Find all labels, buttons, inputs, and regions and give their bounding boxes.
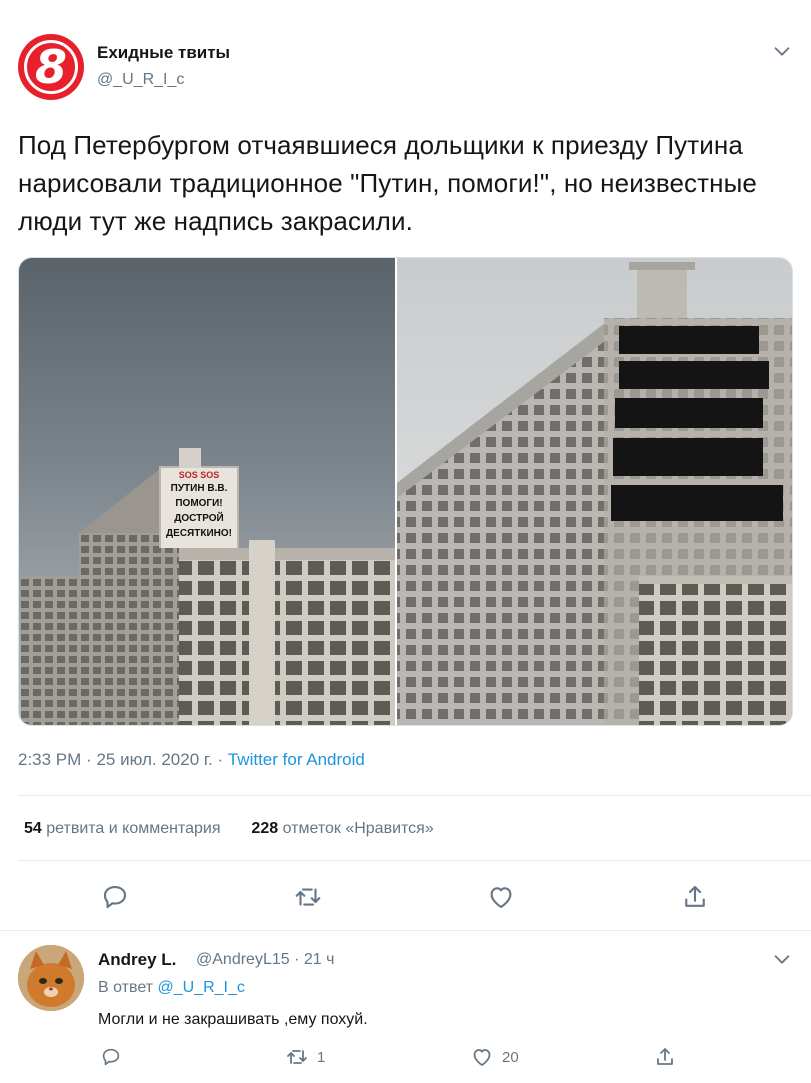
reply-display-name[interactable]: Andrey L. bbox=[98, 950, 176, 970]
reply-reply-action[interactable] bbox=[100, 1042, 122, 1072]
chevron-down-icon[interactable] bbox=[771, 948, 793, 970]
chevron-down-icon[interactable] bbox=[771, 40, 793, 62]
meta-separator: · bbox=[86, 750, 92, 769]
share-icon[interactable] bbox=[680, 882, 710, 912]
tweet-actions bbox=[0, 878, 811, 918]
reply-icon[interactable] bbox=[100, 882, 130, 912]
retweet-label: ретвита и комментария bbox=[46, 820, 221, 837]
svg-text:ПУТИН В.В.: ПУТИН В.В. bbox=[171, 483, 228, 494]
reply-like-count: 20 bbox=[502, 1048, 519, 1066]
avatar[interactable] bbox=[18, 945, 84, 1011]
in-reply-to: В ответ @_U_R_I_c bbox=[98, 979, 245, 997]
retweet-count: 54 bbox=[24, 820, 42, 837]
meta-separator: · bbox=[217, 750, 224, 769]
mention-link[interactable]: @_U_R_I_c bbox=[157, 979, 244, 996]
display-name[interactable]: Ехидные твиты bbox=[97, 43, 230, 63]
retweet-icon[interactable] bbox=[293, 882, 323, 912]
user-handle[interactable]: @_U_R_I_c bbox=[97, 71, 184, 89]
tweet-text: Под Петербургом отчаявшиеся дольщики к п… bbox=[18, 130, 757, 236]
likes-stat[interactable]: 228 отметок «Нравится» bbox=[251, 820, 433, 837]
svg-text:ДЕСЯТКИНО!: ДЕСЯТКИНО! bbox=[166, 528, 232, 539]
reply-tweet[interactable]: Andrey L. @AndreyL15 · 21 ч В ответ @_U_… bbox=[0, 936, 811, 1083]
like-count: 228 bbox=[251, 820, 279, 837]
in-reply-prefix: В ответ bbox=[98, 979, 154, 996]
tweet-photo[interactable]: SOS SOS ПУТИН В.В. ПОМОГИ! ДОСТРОЙ ДЕСЯТ… bbox=[18, 257, 793, 726]
svg-text:ДОСТРОЙ: ДОСТРОЙ bbox=[174, 511, 224, 524]
retweet-icon bbox=[287, 1050, 307, 1064]
reply-icon bbox=[102, 1048, 120, 1066]
reply-actions: 1 20 bbox=[0, 1042, 811, 1072]
reply-text: Могли и не закрашивать ,ему похуй. bbox=[98, 1011, 368, 1028]
divider bbox=[18, 860, 811, 861]
tweet-source-link[interactable]: Twitter for Android bbox=[228, 750, 365, 769]
reply-retweet-count: 1 bbox=[317, 1048, 326, 1066]
divider bbox=[18, 795, 811, 796]
like-icon bbox=[473, 1049, 491, 1066]
tweet-meta: 2:33 PM · 25 июл. 2020 г. · Twitter for … bbox=[18, 750, 365, 770]
svg-text:ПОМОГИ!: ПОМОГИ! bbox=[175, 498, 222, 509]
tweet-header: 8 Ехидные твиты @_U_R_I_c bbox=[18, 34, 793, 104]
tweet-stats: 54 ретвита и комментария 228 отметок «Нр… bbox=[24, 820, 434, 838]
like-label: отметок «Нравится» bbox=[282, 820, 434, 837]
reply-like-action[interactable]: 20 bbox=[470, 1042, 519, 1072]
share-icon bbox=[657, 1048, 673, 1065]
tweet-date[interactable]: 25 июл. 2020 г. bbox=[96, 750, 212, 769]
avatar[interactable]: 8 bbox=[18, 34, 84, 100]
tweet-time[interactable]: 2:33 PM bbox=[18, 750, 81, 769]
reply-handle-meta[interactable]: @AndreyL15 · 21 ч bbox=[196, 951, 334, 969]
like-icon[interactable] bbox=[486, 882, 516, 912]
reply-retweet-action[interactable]: 1 bbox=[285, 1042, 325, 1072]
retweets-stat[interactable]: 54 ретвита и комментария bbox=[24, 820, 225, 837]
avatar-logo: 8 bbox=[34, 40, 67, 94]
reply-share-action[interactable] bbox=[653, 1042, 677, 1072]
svg-text:SOS SOS: SOS SOS bbox=[179, 470, 220, 480]
divider bbox=[0, 930, 811, 931]
photo-illustration: SOS SOS ПУТИН В.В. ПОМОГИ! ДОСТРОЙ ДЕСЯТ… bbox=[19, 258, 792, 725]
cat-avatar-image bbox=[18, 945, 84, 1011]
